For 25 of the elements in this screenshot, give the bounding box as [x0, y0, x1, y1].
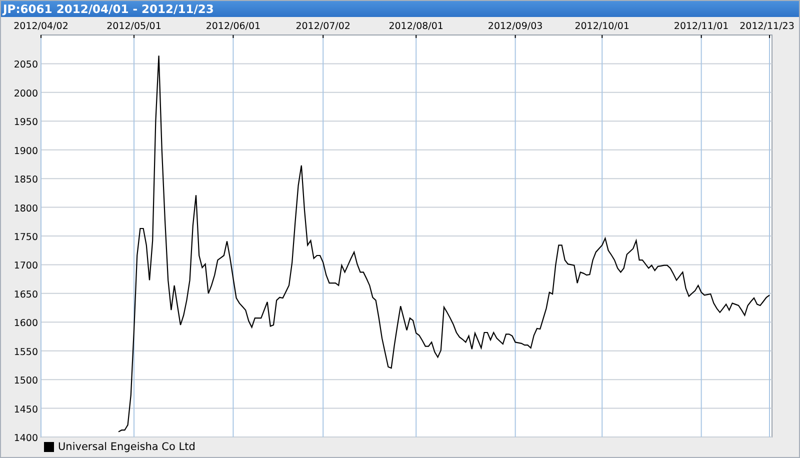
y-tick-label: 2000	[14, 88, 38, 100]
x-tick-label: 2012/07/02	[296, 21, 350, 32]
x-tick-label: 2012/05/01	[106, 21, 162, 32]
y-tick-label: 1600	[14, 318, 38, 330]
x-tick-label: 2012/06/01	[206, 21, 261, 32]
y-tick-label: 1950	[14, 117, 38, 128]
y-tick-label: 1400	[14, 433, 38, 443]
window-title: JP:6061 2012/04/01 - 2012/11/23	[1, 1, 799, 17]
x-tick-label: 2012/11/01	[674, 21, 729, 32]
y-tick-label: 1700	[14, 260, 38, 272]
y-tick-label: 1750	[14, 232, 38, 243]
x-tick-label: 2012/09/03	[488, 21, 543, 32]
y-tick-label: 1900	[14, 146, 38, 157]
y-tick-label: 1450	[14, 404, 38, 416]
legend-label: Universal Engeisha Co Ltd	[58, 441, 196, 453]
y-tick-label: 2050	[14, 60, 38, 71]
x-tick-label: 2012/11/23	[740, 21, 794, 32]
y-tick-label: 1500	[14, 376, 38, 387]
x-tick-label: 2012/04/02	[14, 21, 68, 32]
y-tick-label: 1650	[14, 289, 38, 300]
x-tick-label: 2012/08/01	[388, 21, 444, 32]
y-tick-label: 1850	[14, 174, 38, 186]
x-tick-label: 2012/10/01	[574, 21, 630, 32]
y-tick-label: 1800	[14, 203, 38, 214]
y-tick-label: 1550	[14, 346, 38, 358]
